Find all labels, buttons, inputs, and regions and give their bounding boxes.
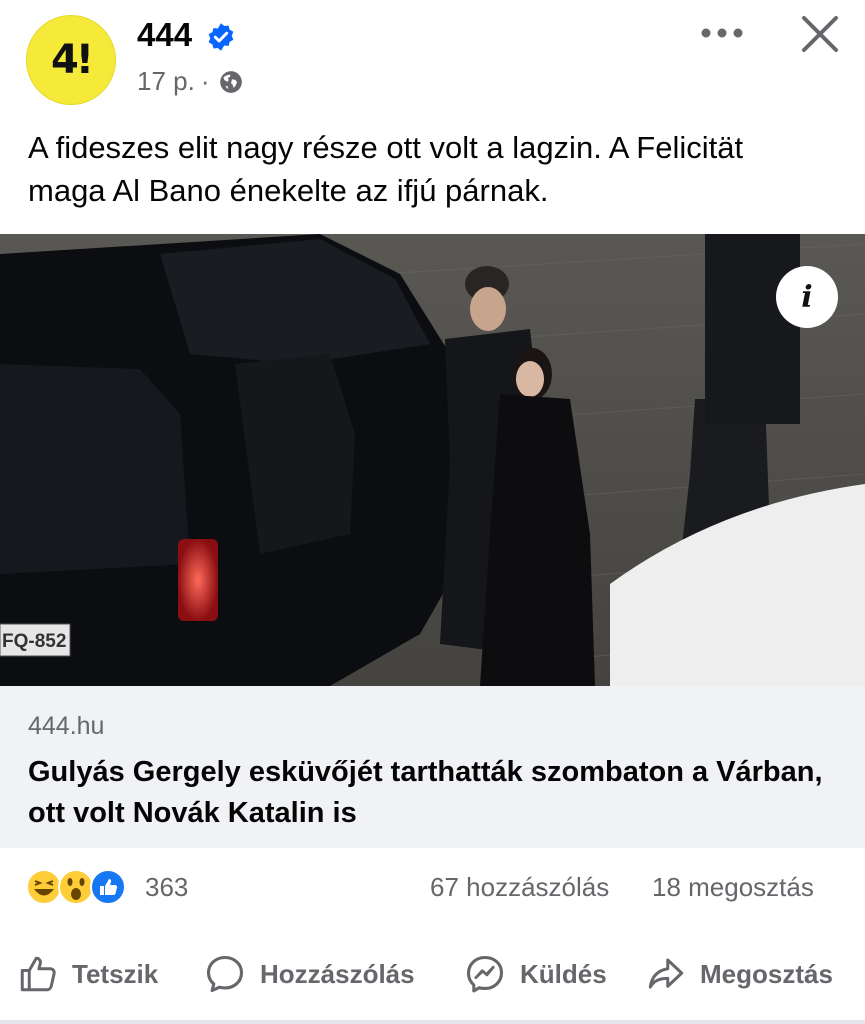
page-name[interactable]: 444 <box>137 16 192 54</box>
wow-icon <box>58 869 94 905</box>
link-title[interactable]: Gulyás Gergely esküvőjét tarthatták szom… <box>28 752 828 834</box>
comment-label: Hozzászólás <box>260 958 415 989</box>
more-options-button[interactable] <box>696 16 748 50</box>
share-label: Megosztás <box>700 958 833 989</box>
post-text: A fideszes elit nagy része ott volt a la… <box>28 130 744 208</box>
reactions-count[interactable]: 363 <box>145 872 188 903</box>
post-photo[interactable]: FQ-852 i <box>0 234 865 686</box>
post-header: 4! 444 17 p. · <box>0 0 865 115</box>
shares-count[interactable]: 18 megosztás <box>652 872 814 903</box>
photo-scene: FQ-852 <box>0 234 865 686</box>
comments-count[interactable]: 67 hozzászólás <box>430 872 609 903</box>
send-label: Küldés <box>520 958 607 989</box>
globe-icon <box>219 70 242 93</box>
bottom-divider <box>0 1020 865 1024</box>
share-button[interactable]: Megosztás <box>644 950 833 998</box>
post-time[interactable]: 17 p. <box>137 66 195 97</box>
comment-button[interactable]: Hozzászólás <box>202 950 415 998</box>
info-button[interactable]: i <box>776 266 838 328</box>
page-avatar[interactable]: 4! <box>26 15 116 105</box>
more-dots-icon <box>701 28 743 38</box>
verified-badge-icon <box>208 23 234 51</box>
comment-bubble-icon <box>206 955 244 993</box>
like-icon <box>90 869 126 905</box>
like-label: Tetszik <box>72 958 159 989</box>
close-icon[interactable] <box>796 10 844 58</box>
thumbs-up-icon <box>20 956 56 992</box>
link-domain[interactable]: 444.hu <box>28 712 104 741</box>
post-meta: 17 p. · <box>137 66 244 97</box>
reactions-summary[interactable] <box>26 868 141 906</box>
haha-icon <box>26 869 62 905</box>
send-button[interactable]: Küldés <box>462 950 607 998</box>
share-arrow-icon <box>648 958 684 989</box>
messenger-icon <box>466 955 504 993</box>
license-plate: FQ-852 <box>2 631 66 652</box>
meta-separator: · <box>200 66 210 96</box>
like-button[interactable]: Tetszik <box>16 950 158 998</box>
